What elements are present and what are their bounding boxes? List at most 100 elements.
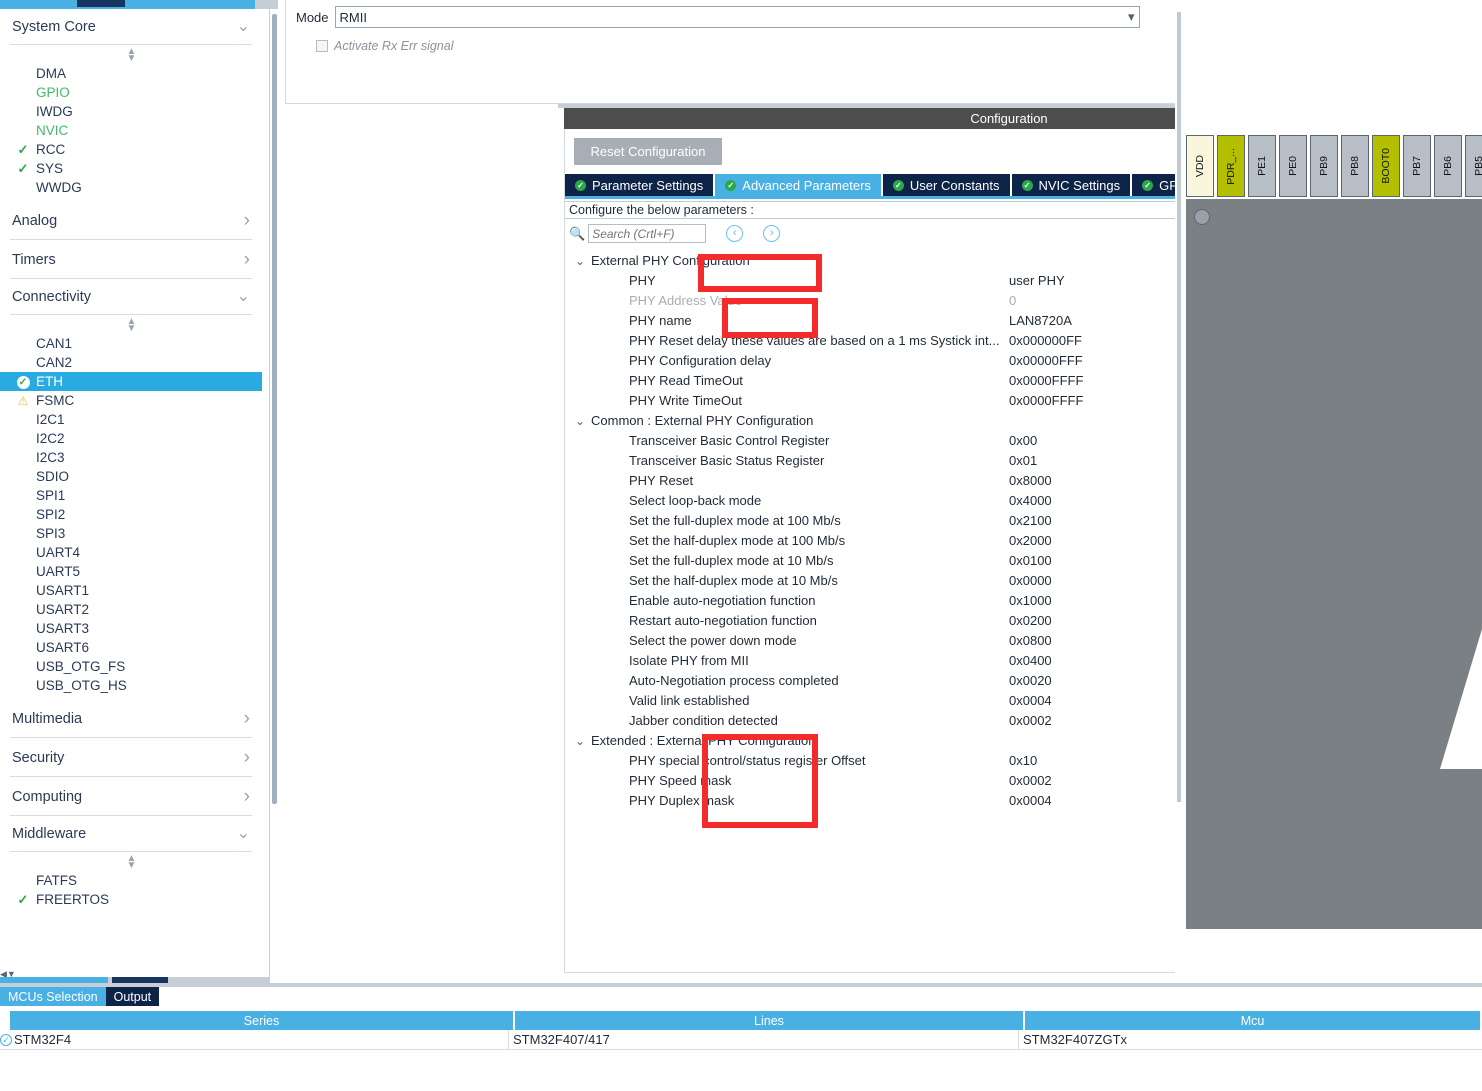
param-value[interactable]: 0x0004 — [1009, 791, 1052, 811]
sidebar-category-system-core[interactable]: System Core — [10, 9, 252, 45]
chevron-down-icon[interactable]: ⌄ — [575, 251, 585, 271]
chip-pin-pb8[interactable]: PB8 — [1341, 135, 1369, 197]
chevron-down-icon[interactable]: ⌄ — [575, 731, 585, 751]
sidebar-category-timers[interactable]: Timers — [10, 240, 252, 279]
sidebar-item-i2c2[interactable]: I2C2 — [0, 429, 262, 448]
sidebar-item-can1[interactable]: CAN1 — [0, 334, 262, 353]
sidebar-item-usart2[interactable]: USART2 — [0, 600, 262, 619]
chevron-right-icon[interactable] — [244, 787, 250, 806]
mode-select[interactable]: RMII ▾ — [334, 6, 1140, 28]
search-row[interactable]: 🔍 ‹ › — [569, 224, 781, 243]
table-row[interactable]: ✓ STM32F4 STM32F407/417 STM32F407ZGTx — [0, 1030, 1482, 1050]
param-value[interactable]: 0x0000FFFF — [1009, 371, 1083, 391]
tab-user-constants[interactable]: ✓ User Constants — [882, 174, 1010, 196]
param-value[interactable]: 0x2000 — [1009, 531, 1052, 551]
param-value[interactable]: 0x10 — [1009, 751, 1037, 771]
param-value[interactable]: 0x0800 — [1009, 631, 1052, 651]
param-value[interactable]: 0x00000FFF — [1009, 351, 1083, 371]
sidebar-item-wwdg[interactable]: WWDG — [0, 178, 262, 197]
chevron-down-icon[interactable] — [237, 289, 250, 305]
search-input[interactable] — [588, 224, 707, 243]
chip-pin-strip[interactable]: VDD PDR_... PE1 PE0 PB9 PB8 BOOT0 PB7 PB6 PB5 — [1186, 135, 1482, 197]
sidebar-category-computing[interactable]: Computing — [10, 777, 252, 816]
chevron-right-icon[interactable] — [244, 748, 250, 767]
param-value[interactable]: 0x0000FFFF — [1009, 391, 1083, 411]
chip-pin-pe0[interactable]: PE0 — [1279, 135, 1307, 197]
param-value[interactable]: LAN8720A — [1009, 311, 1072, 331]
chip-pin-boot0[interactable]: BOOT0 — [1372, 135, 1400, 197]
sidebar-item-can2[interactable]: CAN2 — [0, 353, 262, 372]
sidebar-item-gpio[interactable]: GPIO — [0, 83, 262, 102]
sidebar-item-spi3[interactable]: SPI3 — [0, 524, 262, 543]
categories-sidebar[interactable]: System Core ▲▼ DMA GPIO IWDG NVIC ✓ RCC ✓ SYS WWDG… — [0, 9, 270, 983]
param-value[interactable]: 0x00 — [1009, 431, 1037, 451]
reset-configuration-button[interactable]: Reset Configuration — [574, 138, 722, 165]
sidebar-list-spinner-icon[interactable]: ▲ ▼ — [0, 852, 262, 871]
param-value[interactable]: 0x01 — [1009, 451, 1037, 471]
chevron-right-icon[interactable] — [244, 250, 250, 269]
sidebar-item-uart5[interactable]: UART5 — [0, 562, 262, 581]
column-header-series[interactable]: Series — [10, 1011, 515, 1030]
chip-pin-pb5[interactable]: PB5 — [1465, 135, 1482, 197]
tab-advanced-parameters[interactable]: ✓ Advanced Parameters — [715, 174, 881, 196]
sidebar-item-sys[interactable]: ✓ SYS — [0, 159, 262, 178]
param-value[interactable]: 0x0002 — [1009, 771, 1052, 791]
param-value[interactable]: 0x000000FF — [1009, 331, 1082, 351]
sidebar-item-usb_otg_fs[interactable]: USB_OTG_FS — [0, 657, 262, 676]
param-value[interactable]: 0x0100 — [1009, 551, 1052, 571]
param-value[interactable]: 0x8000 — [1009, 471, 1052, 491]
param-value[interactable]: 0x0200 — [1009, 611, 1052, 631]
column-header-mcu[interactable]: Mcu — [1025, 1011, 1480, 1030]
param-value[interactable]: 0x0000 — [1009, 571, 1052, 591]
sidebar-splitter-handle[interactable] — [272, 14, 277, 804]
param-value[interactable]: 0x0020 — [1009, 671, 1052, 691]
sidebar-item-usart3[interactable]: USART3 — [0, 619, 262, 638]
sidebar-category-multimedia[interactable]: Multimedia — [10, 699, 252, 738]
bottom-tabs[interactable]: MCUs Selection Output — [0, 987, 160, 1006]
param-value[interactable]: user PHY — [1009, 271, 1065, 291]
sidebar-item-spi2[interactable]: SPI2 — [0, 505, 262, 524]
checkbox-icon[interactable] — [316, 40, 328, 52]
activate-rx-err-row[interactable]: Activate Rx Err signal — [316, 39, 453, 53]
sidebar-item-sdio[interactable]: SDIO — [0, 467, 262, 486]
chevron-right-icon[interactable] — [244, 211, 250, 230]
sidebar-item-freertos[interactable]: ✓ FREERTOS — [0, 890, 262, 909]
chip-pin-pb6[interactable]: PB6 — [1434, 135, 1462, 197]
sidebar-item-rcc[interactable]: ✓ RCC — [0, 140, 262, 159]
sidebar-item-spi1[interactable]: SPI1 — [0, 486, 262, 505]
sidebar-item-iwdg[interactable]: IWDG — [0, 102, 262, 121]
sidebar-list-spinner-icon[interactable]: ▲ ▼ — [0, 45, 262, 64]
sidebar-list-spinner-icon[interactable]: ▲ ▼ — [0, 315, 262, 334]
param-value[interactable]: 0x0004 — [1009, 691, 1052, 711]
sidebar-item-uart4[interactable]: UART4 — [0, 543, 262, 562]
sidebar-item-nvic[interactable]: NVIC — [0, 121, 262, 140]
sidebar-item-fsmc[interactable]: ⚠ FSMC — [0, 391, 262, 410]
chevron-down-icon[interactable]: ⌄ — [575, 411, 585, 431]
bottom-tab-output[interactable]: Output — [105, 987, 160, 1006]
sidebar-item-usart6[interactable]: USART6 — [0, 638, 262, 657]
sidebar-category-middleware[interactable]: Middleware — [10, 816, 252, 852]
chip-pin-pb7[interactable]: PB7 — [1403, 135, 1431, 197]
param-value[interactable]: 0x0400 — [1009, 651, 1052, 671]
param-value[interactable]: 0x2100 — [1009, 511, 1052, 531]
chip-pin-pe1[interactable]: PE1 — [1248, 135, 1276, 197]
chevron-down-icon[interactable] — [237, 19, 250, 35]
chevron-right-icon[interactable] — [244, 709, 250, 728]
bottom-tab-mcus-selection[interactable]: MCUs Selection — [0, 987, 106, 1006]
sidebar-category-security[interactable]: Security — [10, 738, 252, 777]
sidebar-item-i2c1[interactable]: I2C1 — [0, 410, 262, 429]
search-next-button[interactable]: › — [763, 225, 781, 242]
chip-pin-pb9[interactable]: PB9 — [1310, 135, 1338, 197]
sidebar-item-i2c3[interactable]: I2C3 — [0, 448, 262, 467]
param-value[interactable]: 0x0002 — [1009, 711, 1052, 731]
param-value[interactable]: 0 — [1009, 291, 1016, 311]
chevron-down-icon[interactable] — [237, 826, 250, 842]
search-prev-button[interactable]: ‹ — [726, 225, 744, 242]
chip-pin-pdr[interactable]: PDR_... — [1217, 135, 1245, 197]
sidebar-item-fatfs[interactable]: FATFS — [0, 871, 262, 890]
sidebar-category-analog[interactable]: Analog — [10, 201, 252, 240]
chip-pin-vdd[interactable]: VDD — [1186, 135, 1214, 197]
column-header-lines[interactable]: Lines — [515, 1011, 1025, 1030]
sidebar-item-usart1[interactable]: USART1 — [0, 581, 262, 600]
top-tab-strip-active[interactable] — [77, 0, 125, 7]
